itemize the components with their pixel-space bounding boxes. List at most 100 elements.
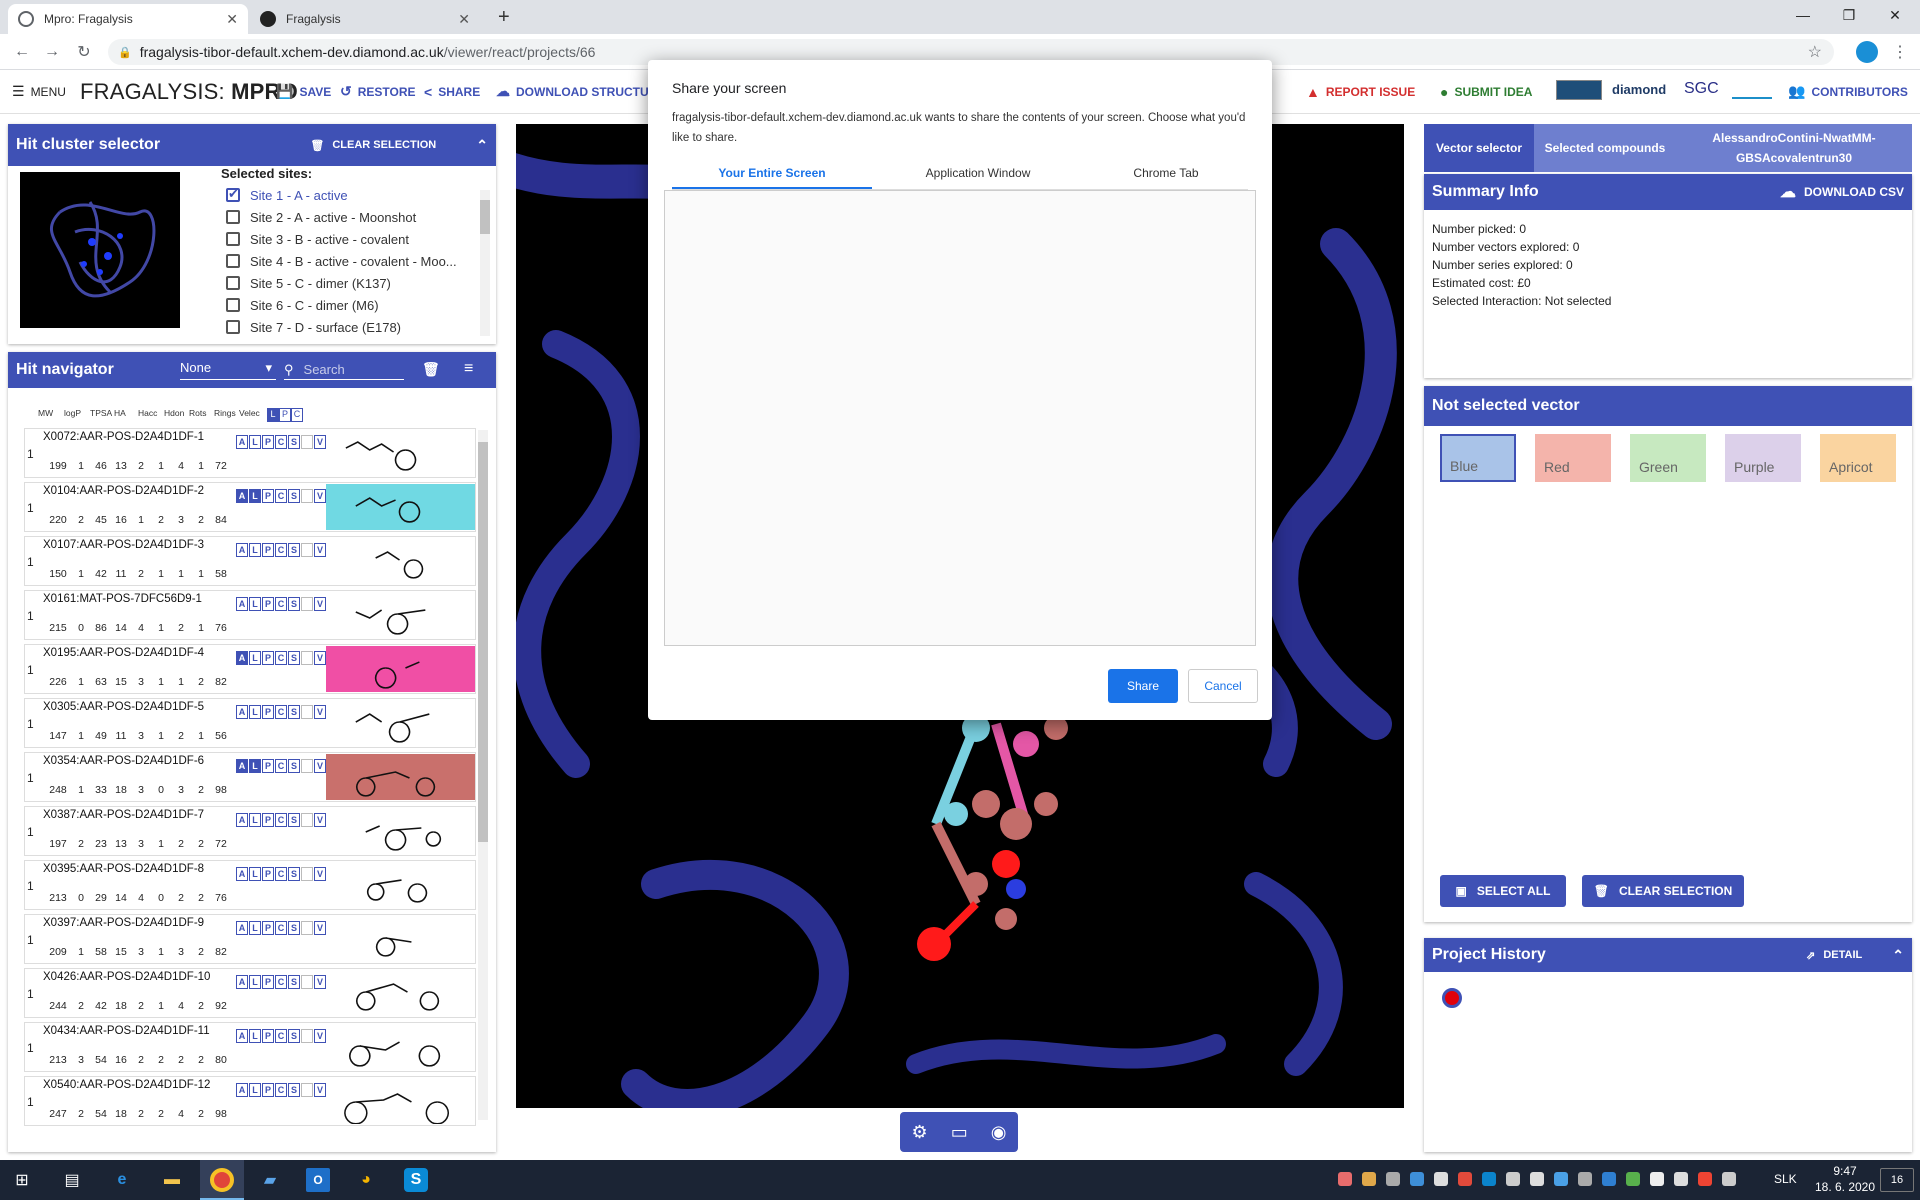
- filter-select[interactable]: None ▾: [180, 360, 276, 380]
- reload-icon[interactable]: ↻: [72, 40, 96, 64]
- hit-row[interactable]: 1 X0387:AAR-POS-D2A4D1DF-7 A L P C S V 197 2 23 13 3…: [24, 806, 476, 856]
- close-window-icon[interactable]: ✕: [1872, 0, 1918, 30]
- checkbox[interactable]: [226, 276, 240, 290]
- tray-icon[interactable]: [1554, 1172, 1568, 1186]
- hit-toggle-l[interactable]: L: [249, 921, 261, 935]
- hit-toggle-blank[interactable]: [301, 975, 313, 989]
- select-all-button[interactable]: ▣ SELECT ALL: [1440, 875, 1566, 907]
- column-header[interactable]: logP: [64, 408, 90, 422]
- compound-structure-image[interactable]: [326, 538, 475, 584]
- settings-icon[interactable]: ⚙: [912, 1122, 928, 1143]
- hit-toggle-a[interactable]: A: [236, 543, 248, 557]
- chrome-taskbar-item[interactable]: [200, 1160, 244, 1200]
- screen-preview[interactable]: [664, 190, 1256, 646]
- hit-toggle-c[interactable]: C: [275, 813, 287, 827]
- hit-toggle-s[interactable]: S: [288, 1083, 300, 1097]
- compound-structure-image[interactable]: [326, 808, 475, 854]
- submit-idea-button[interactable]: ● SUBMIT IDEA: [1440, 84, 1532, 100]
- hit-toggle-a[interactable]: A: [236, 489, 248, 503]
- column-header[interactable]: TPSA: [90, 408, 114, 422]
- hit-toggle-v[interactable]: V: [314, 435, 326, 449]
- hit-toggle-c[interactable]: C: [275, 921, 287, 935]
- clear-selection-button[interactable]: 🗑 CLEAR SELECTION: [1582, 875, 1744, 907]
- hit-toggle-v[interactable]: V: [314, 651, 326, 665]
- scrollbar-thumb[interactable]: [480, 200, 490, 234]
- tray-icon[interactable]: [1386, 1172, 1400, 1186]
- hit-toggle-l[interactable]: L: [249, 435, 261, 449]
- hit-toggle-s[interactable]: S: [288, 489, 300, 503]
- color-button-red[interactable]: Red: [1535, 434, 1611, 482]
- tray-icon[interactable]: [1338, 1172, 1352, 1186]
- hit-toggle-c[interactable]: C: [275, 867, 287, 881]
- hit-toggle-a[interactable]: A: [236, 1029, 248, 1043]
- hit-toggle-l[interactable]: L: [249, 975, 261, 989]
- hit-row[interactable]: 1 X0195:AAR-POS-D2A4D1DF-4 A L P C S V 226 1 63 15 3…: [24, 644, 476, 694]
- color-button-blue[interactable]: Blue: [1440, 434, 1516, 482]
- hit-toggle-p[interactable]: P: [262, 867, 274, 881]
- toggle-c[interactable]: C: [291, 408, 303, 422]
- hit-toggle-v[interactable]: V: [314, 975, 326, 989]
- color-button-apricot[interactable]: Apricot: [1820, 434, 1896, 482]
- hit-toggle-p[interactable]: P: [262, 975, 274, 989]
- notification-center[interactable]: 16: [1880, 1168, 1914, 1192]
- tray-icon[interactable]: [1458, 1172, 1472, 1186]
- hit-toggle-blank[interactable]: [301, 705, 313, 719]
- contributors-button[interactable]: 👥 CONTRIBUTORS: [1788, 83, 1908, 100]
- hit-toggle-blank[interactable]: [301, 435, 313, 449]
- hit-toggle-c[interactable]: C: [275, 597, 287, 611]
- tray-icon[interactable]: [1674, 1172, 1688, 1186]
- hit-toggle-a[interactable]: A: [236, 975, 248, 989]
- column-header[interactable]: HA: [114, 408, 138, 422]
- hit-row[interactable]: 1 X0072:AAR-POS-D2A4D1DF-1 A L P C S V 199 1 46 13 2…: [24, 428, 476, 478]
- hit-row[interactable]: 1 X0426:AAR-POS-D2A4D1DF-10 A L P C S V 244 2 42 18…: [24, 968, 476, 1018]
- hit-toggle-blank[interactable]: [301, 1029, 313, 1043]
- hit-toggle-l[interactable]: L: [249, 651, 261, 665]
- site-item[interactable]: Site 6 - C - dimer (M6): [226, 294, 488, 316]
- filter-icon[interactable]: ≡: [464, 360, 473, 378]
- compound-structure-image[interactable]: [326, 1078, 475, 1125]
- hit-row[interactable]: 1 X0354:AAR-POS-D2A4D1DF-6 A L P C S V 248 1 33 18 3…: [24, 752, 476, 802]
- hit-toggle-l[interactable]: L: [249, 1029, 261, 1043]
- hit-toggle-p[interactable]: P: [262, 705, 274, 719]
- hit-toggle-blank[interactable]: [301, 543, 313, 557]
- tab-snapshot[interactable]: AlessandroContini-NwatMM-GBSAcovalentrun…: [1676, 124, 1912, 172]
- language-indicator[interactable]: SLK: [1774, 1172, 1797, 1186]
- tray-icon[interactable]: [1578, 1172, 1592, 1186]
- hit-toggle-s[interactable]: S: [288, 705, 300, 719]
- tray-icon[interactable]: [1650, 1172, 1664, 1186]
- hit-toggle-l[interactable]: L: [249, 867, 261, 881]
- close-tab-icon[interactable]: ✕: [226, 11, 238, 28]
- hit-list-scrollbar[interactable]: [478, 430, 488, 1120]
- hit-toggle-l[interactable]: L: [249, 759, 261, 773]
- hit-toggle-a[interactable]: A: [236, 597, 248, 611]
- tray-icon[interactable]: [1410, 1172, 1424, 1186]
- app-icon[interactable]: ▰: [258, 1168, 282, 1192]
- outlook-icon[interactable]: O: [306, 1168, 330, 1192]
- hit-toggle-c[interactable]: C: [275, 975, 287, 989]
- hit-toggle-blank[interactable]: [301, 867, 313, 881]
- tray-icon[interactable]: [1482, 1172, 1496, 1186]
- hit-row[interactable]: 1 X0161:MAT-POS-7DFC56D9-1 A L P C S V 215 0 86 14 4…: [24, 590, 476, 640]
- hit-toggle-c[interactable]: C: [275, 543, 287, 557]
- site-item[interactable]: Site 7 - D - surface (E178): [226, 316, 488, 338]
- hit-toggle-a[interactable]: A: [236, 867, 248, 881]
- hit-toggle-c[interactable]: C: [275, 1083, 287, 1097]
- hit-toggle-v[interactable]: V: [314, 489, 326, 503]
- collapse-icon[interactable]: ⌃: [476, 137, 488, 154]
- share-button[interactable]: Share: [1108, 669, 1178, 703]
- checkbox[interactable]: [226, 186, 240, 202]
- hit-toggle-s[interactable]: S: [288, 1029, 300, 1043]
- hit-toggle-s[interactable]: S: [288, 867, 300, 881]
- checkbox[interactable]: [226, 210, 240, 224]
- hit-row[interactable]: 1 X0104:AAR-POS-D2A4D1DF-2 A L P C S V 220 2 45 16 1…: [24, 482, 476, 532]
- hit-toggle-a[interactable]: A: [236, 921, 248, 935]
- windows-start-icon[interactable]: ⊞: [10, 1168, 34, 1192]
- hit-toggle-p[interactable]: P: [262, 597, 274, 611]
- toggle-l[interactable]: L: [267, 408, 279, 422]
- hit-toggle-a[interactable]: A: [236, 435, 248, 449]
- hit-toggle-s[interactable]: S: [288, 759, 300, 773]
- tray-icon[interactable]: [1530, 1172, 1544, 1186]
- hit-toggle-s[interactable]: S: [288, 921, 300, 935]
- compound-structure-image[interactable]: [326, 916, 475, 962]
- color-button-green[interactable]: Green: [1630, 434, 1706, 482]
